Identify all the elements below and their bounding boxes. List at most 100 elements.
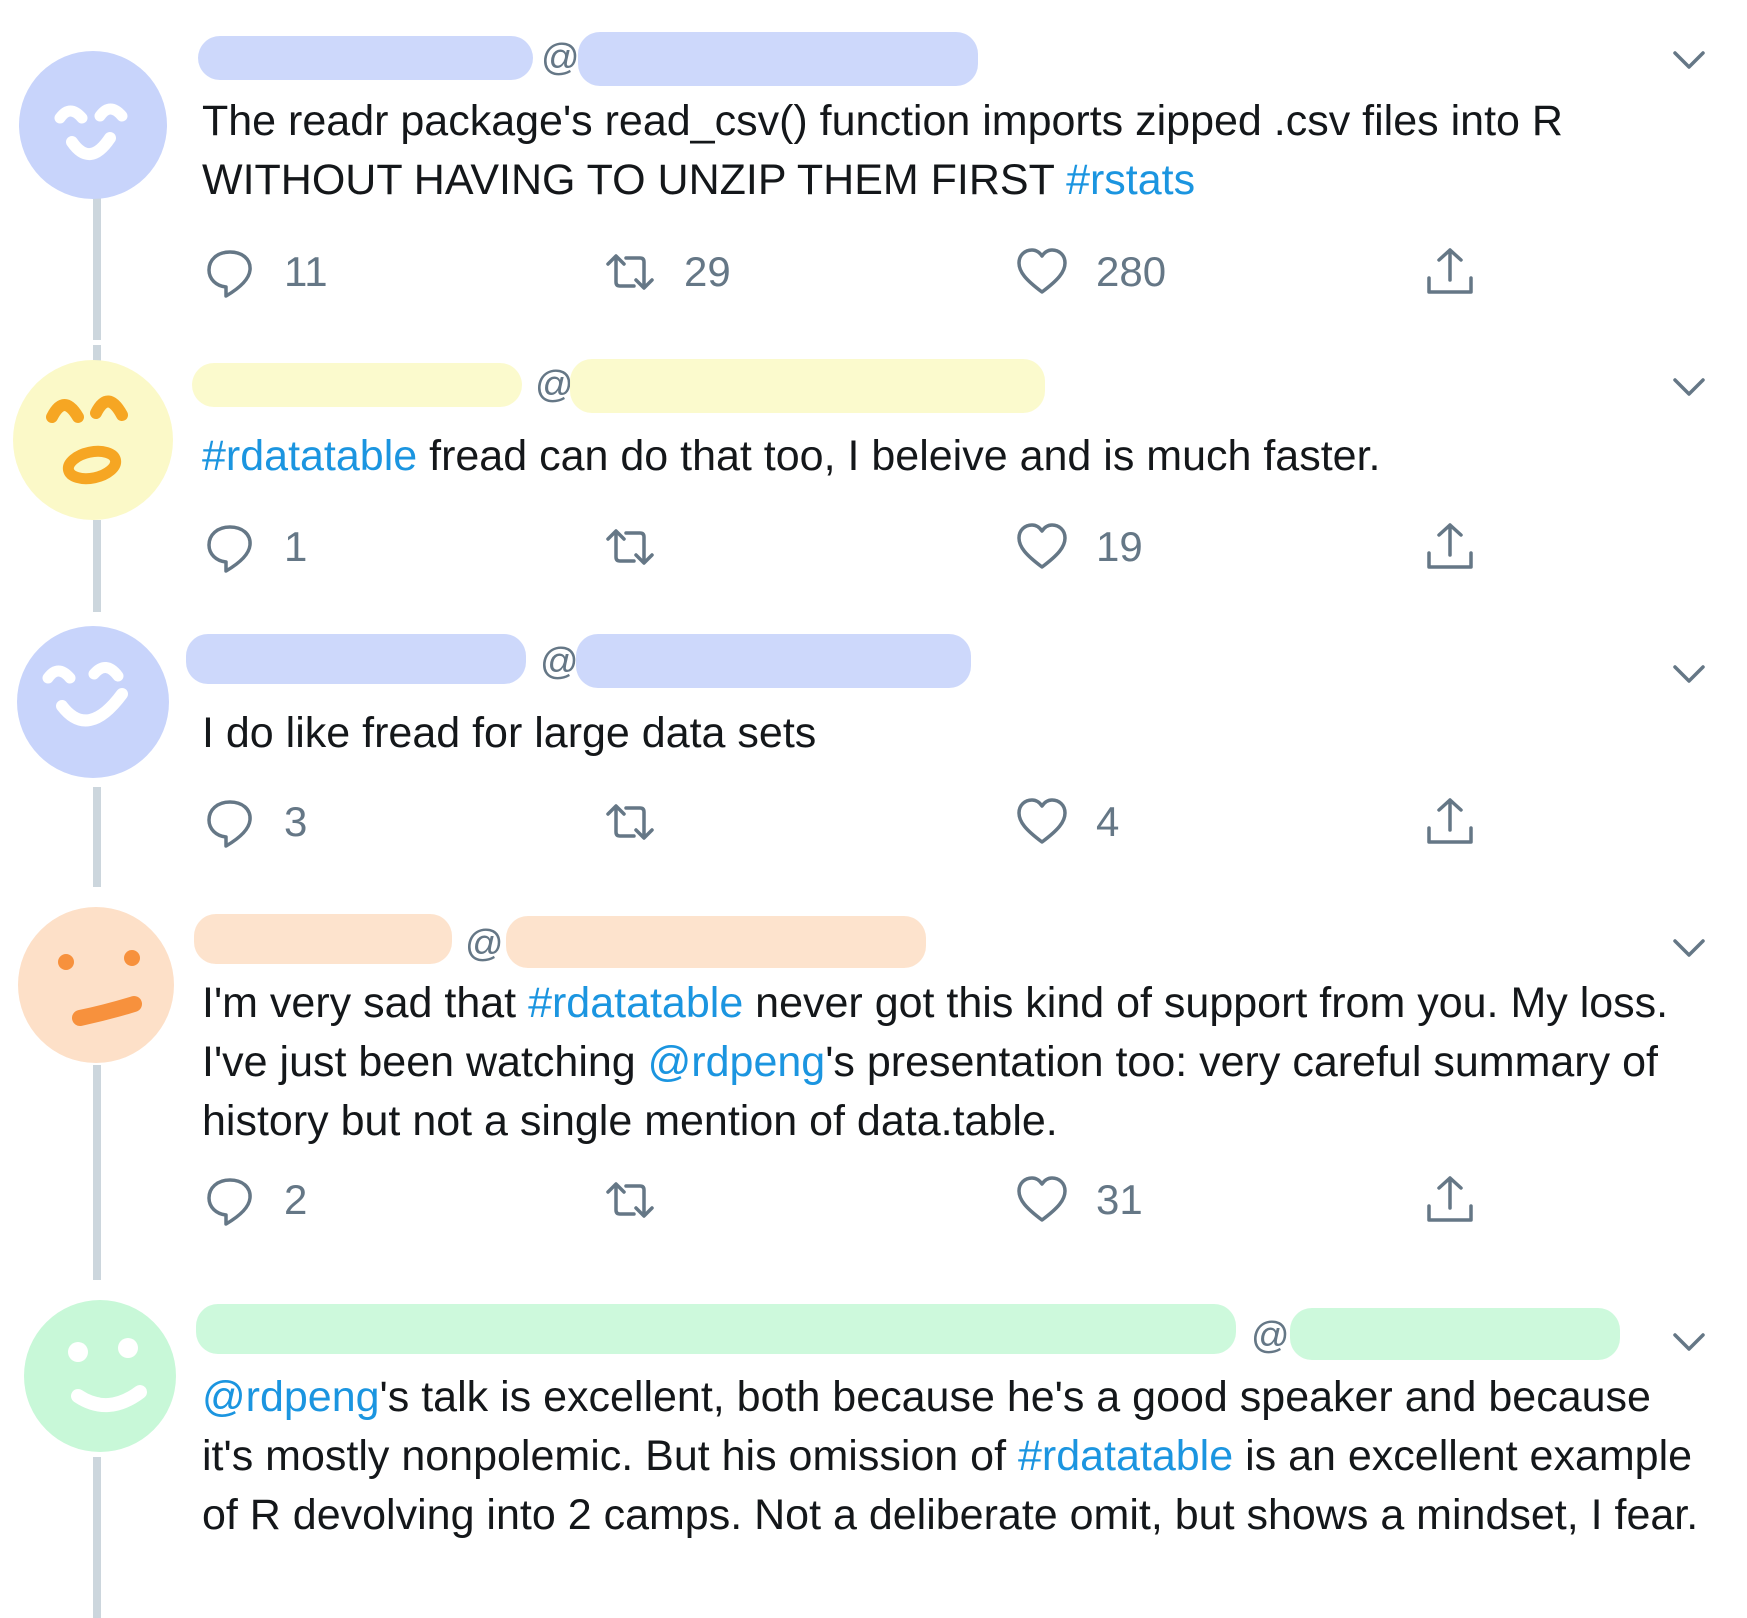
- like-button[interactable]: 280: [1014, 242, 1166, 302]
- reply-icon: [207, 800, 252, 848]
- share-button[interactable]: [1422, 517, 1478, 577]
- reply-count: 1: [284, 523, 308, 570]
- retweet-button[interactable]: [602, 517, 684, 577]
- retweet-button[interactable]: [602, 792, 684, 852]
- reply-count: 3: [284, 798, 308, 845]
- like-count: 280: [1096, 248, 1167, 295]
- thread-line: [93, 190, 101, 340]
- hashtag-link[interactable]: #rstats: [1066, 156, 1195, 204]
- like-count: 4: [1096, 798, 1120, 845]
- hashtag-link[interactable]: #rdatatable: [1018, 1432, 1233, 1480]
- hashtag-link[interactable]: #rdatatable: [528, 979, 743, 1027]
- tweet-text: I'm very sad that #rdatatable never got …: [202, 974, 1712, 1151]
- tweet-menu-caret[interactable]: [1669, 367, 1709, 407]
- heart-icon: [1017, 248, 1067, 294]
- tweet-text-segment: fread can do that too, I beleive and is …: [417, 432, 1381, 480]
- avatar[interactable]: [8, 612, 178, 782]
- retweet-button[interactable]: [602, 1170, 684, 1230]
- avatar-face-icon: [13, 360, 173, 520]
- tweet-text-segment: I'm very sad that: [202, 979, 529, 1027]
- tweet-menu-caret[interactable]: [1669, 654, 1709, 694]
- tweet-text: #rdatatable fread can do that too, I bel…: [202, 427, 1712, 486]
- mention-link[interactable]: @rdpeng: [648, 1038, 826, 1086]
- redacted-display-name: [196, 1304, 1236, 1354]
- tweet[interactable]: @ @rdpeng's talk is excellent, both beca…: [0, 1282, 1747, 1618]
- thread-line: [93, 520, 101, 612]
- tweet[interactable]: @ The readr package's read_csv() functio…: [0, 20, 1747, 340]
- heart-icon: [1017, 1176, 1067, 1222]
- like-button[interactable]: 31: [1014, 1170, 1143, 1230]
- tweet-menu-caret[interactable]: [1669, 40, 1709, 80]
- hashtag-link[interactable]: #rdatatable: [202, 432, 417, 480]
- avatar[interactable]: [8, 355, 178, 525]
- share-button[interactable]: [1422, 792, 1478, 852]
- mention-link[interactable]: @rdpeng: [202, 1373, 380, 1421]
- tweet-text-segment: I do like fread for large data sets: [202, 709, 817, 757]
- tweet-menu-caret[interactable]: [1669, 1322, 1709, 1362]
- tweet-actions: 1 19: [202, 517, 1502, 577]
- redacted-handle: [570, 359, 1045, 413]
- redacted-display-name: [198, 36, 533, 80]
- avatar[interactable]: [8, 40, 178, 210]
- like-count: 31: [1096, 1176, 1143, 1223]
- retweet-icon: [606, 1182, 654, 1218]
- reply-button[interactable]: 1: [202, 517, 307, 577]
- avatar-face-icon: [17, 626, 169, 778]
- reply-button[interactable]: 2: [202, 1170, 307, 1230]
- chevron-down-icon: [1673, 665, 1705, 683]
- redacted-display-name: [194, 914, 452, 964]
- redacted-display-name: [192, 363, 522, 407]
- at-sign: @: [541, 37, 580, 79]
- share-button[interactable]: [1422, 1170, 1478, 1230]
- redacted-handle: [576, 634, 971, 688]
- chevron-down-icon: [1673, 939, 1705, 957]
- like-count: 19: [1096, 523, 1143, 570]
- tweet[interactable]: @ #rdatatable fread can do that too, I b…: [0, 345, 1747, 612]
- redacted-handle: [1290, 1308, 1620, 1360]
- avatar[interactable]: [8, 900, 178, 1070]
- tweet-text-segment: The readr package's read_csv() function …: [202, 97, 1563, 204]
- retweet-icon: [606, 529, 654, 565]
- retweet-count: 29: [684, 248, 731, 295]
- retweet-button[interactable]: 29: [602, 242, 731, 302]
- chevron-down-icon: [1673, 378, 1705, 396]
- tweet[interactable]: @ I do like fread for large data sets 3 …: [0, 612, 1747, 887]
- heart-icon: [1017, 798, 1067, 844]
- at-sign: @: [465, 923, 504, 965]
- at-sign: @: [535, 364, 574, 406]
- at-sign: @: [1251, 1315, 1290, 1357]
- like-button[interactable]: 19: [1014, 517, 1143, 577]
- avatar[interactable]: [8, 1292, 178, 1462]
- chevron-down-icon: [1673, 1333, 1705, 1351]
- heart-icon: [1017, 523, 1067, 569]
- redacted-handle: [506, 916, 926, 968]
- reply-button[interactable]: 11: [202, 242, 328, 302]
- reply-count: 11: [284, 248, 328, 295]
- reply-icon: [207, 250, 252, 298]
- thread-line: [93, 787, 101, 887]
- tweet-text: I do like fread for large data sets: [202, 704, 1712, 763]
- avatar-face-icon: [19, 51, 167, 199]
- reply-icon: [207, 525, 252, 573]
- tweet[interactable]: @ I'm very sad that #rdatatable never go…: [0, 890, 1747, 1280]
- avatar-face-icon: [24, 1300, 176, 1452]
- share-icon: [1427, 248, 1473, 294]
- avatar-face-icon: [18, 907, 174, 1063]
- retweet-icon: [606, 254, 654, 290]
- reply-count: 2: [284, 1176, 308, 1223]
- share-icon: [1427, 798, 1473, 844]
- tweet-actions: 11 29 280: [202, 242, 1502, 302]
- reply-icon: [207, 1178, 252, 1226]
- redacted-display-name: [186, 634, 526, 684]
- tweet-text: The readr package's read_csv() function …: [202, 92, 1712, 210]
- like-button[interactable]: 4: [1014, 792, 1119, 852]
- share-icon: [1427, 1176, 1473, 1222]
- at-sign: @: [540, 641, 579, 683]
- redacted-handle: [578, 32, 978, 86]
- chevron-down-icon: [1673, 51, 1705, 69]
- tweet-menu-caret[interactable]: [1669, 928, 1709, 968]
- tweet-actions: 2 31: [202, 1170, 1502, 1230]
- share-icon: [1427, 523, 1473, 569]
- share-button[interactable]: [1422, 242, 1478, 302]
- reply-button[interactable]: 3: [202, 792, 307, 852]
